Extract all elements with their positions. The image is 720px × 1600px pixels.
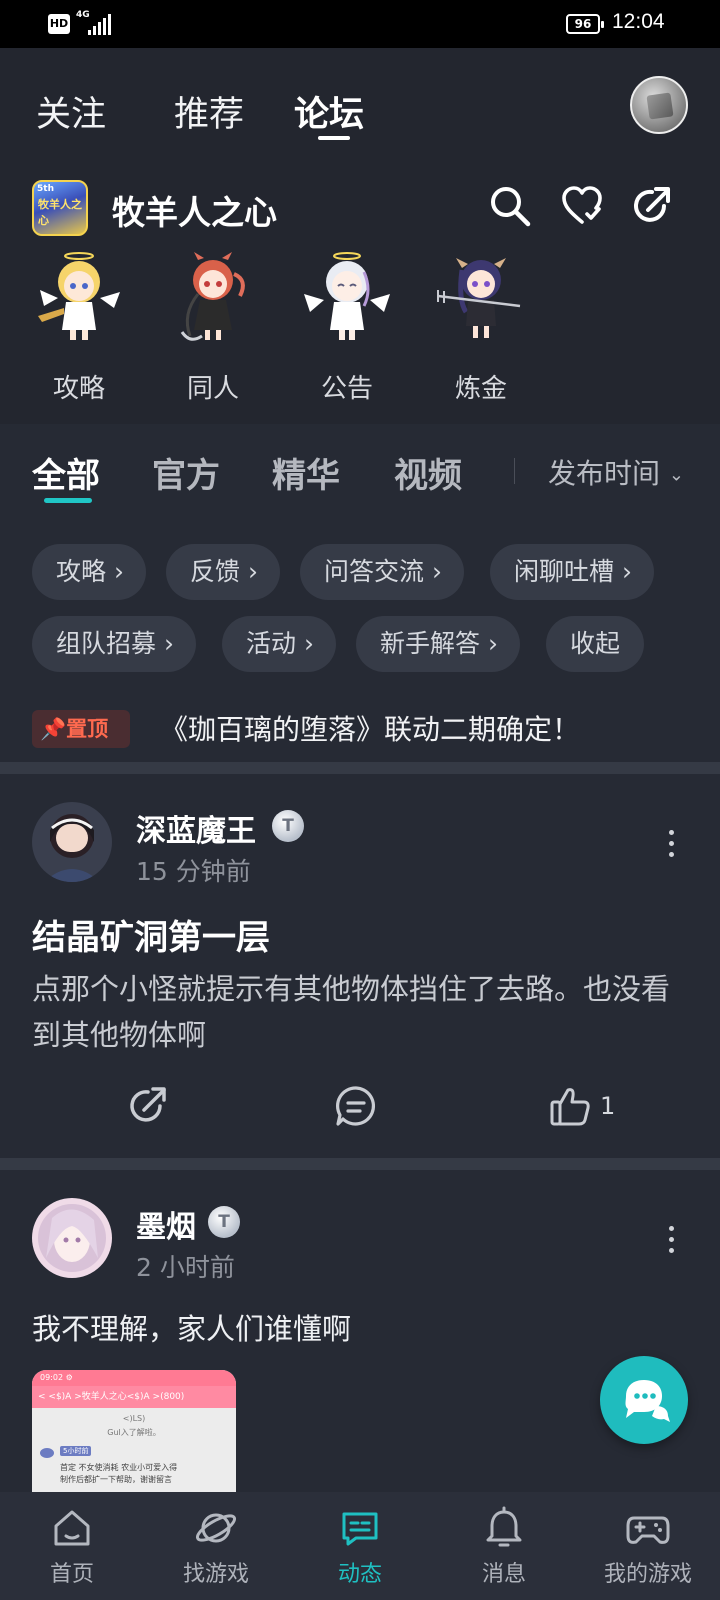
chip-feedback[interactable]: 反馈 › bbox=[166, 544, 280, 600]
home-icon bbox=[54, 1510, 90, 1546]
planet-icon bbox=[195, 1513, 237, 1543]
section-tab-indicator bbox=[44, 498, 92, 503]
chat-bubble-icon bbox=[625, 1380, 670, 1422]
thumb-statusbar: 09:02 ⚙ bbox=[32, 1370, 236, 1386]
post-image-thumbnail[interactable]: 09:02 ⚙ < <$)A >牧羊人之心<$)A >(800) <)LS) G… bbox=[32, 1370, 236, 1492]
nav-home[interactable]: 首页 bbox=[2, 1492, 142, 1600]
tab-video[interactable]: 视频 bbox=[394, 448, 462, 497]
sort-dropdown[interactable]: 发布时间 ⌄ bbox=[548, 452, 684, 492]
category-label: 炼金 bbox=[454, 374, 507, 404]
nav-feed[interactable]: 动态 bbox=[290, 1492, 430, 1600]
tab-forum[interactable]: 论坛 bbox=[294, 86, 364, 137]
hd-indicator: HD bbox=[48, 14, 70, 34]
search-icon[interactable] bbox=[488, 184, 532, 228]
nav-label: 我的游戏 bbox=[603, 1562, 692, 1587]
sort-label: 发布时间 bbox=[548, 457, 661, 490]
nav-label: 找游戏 bbox=[182, 1562, 249, 1587]
tab-divider bbox=[514, 458, 515, 484]
thumb-line: Gul入了解啦。 bbox=[107, 1428, 161, 1437]
post-time: 15 分钟前 bbox=[136, 857, 251, 886]
bell-icon bbox=[486, 1506, 522, 1547]
thumb-line: 首定 不女使消耗 农业小可爱入得 bbox=[60, 1463, 178, 1472]
new-post-fab[interactable] bbox=[600, 1356, 688, 1444]
nav-label: 动态 bbox=[337, 1562, 382, 1587]
guide-chibi-icon bbox=[38, 252, 120, 340]
thumb-badge: 5小时前 bbox=[60, 1446, 92, 1456]
author-name[interactable]: 深蓝魔王 bbox=[136, 806, 256, 850]
chip-team-recruit[interactable]: 组队招募 › bbox=[32, 616, 196, 672]
category-announcement[interactable]: 公告 bbox=[292, 250, 402, 405]
game-title: 牧羊人之心 bbox=[112, 193, 277, 232]
thumb-line: <)LS) bbox=[122, 1414, 146, 1423]
battery-icon: 96 bbox=[566, 14, 604, 34]
like-thumb-icon[interactable] bbox=[548, 1084, 592, 1128]
more-options-icon[interactable] bbox=[666, 1226, 676, 1254]
chip-newbie[interactable]: 新手解答 › bbox=[356, 616, 520, 672]
avatar[interactable] bbox=[32, 1198, 112, 1278]
category-label: 公告 bbox=[320, 374, 373, 404]
chip-guide[interactable]: 攻略 › bbox=[32, 544, 146, 600]
category-alchemy[interactable]: 炼金 bbox=[426, 250, 536, 405]
tab-featured[interactable]: 精华 bbox=[272, 448, 340, 497]
category-fanwork[interactable]: 同人 bbox=[158, 250, 268, 405]
chevron-down-icon: ⌄ bbox=[668, 464, 685, 486]
nav-find-games[interactable]: 找游戏 bbox=[146, 1492, 286, 1600]
post-body[interactable]: 点那个小怪就提示有其他物体挡住了去路。也没看到其他物体啊 bbox=[32, 966, 692, 1058]
status-bar: HD 4G 96 12:04 bbox=[0, 0, 720, 48]
nav-label: 首页 bbox=[49, 1562, 94, 1587]
game-icon-badge: 5th bbox=[37, 184, 54, 194]
tab-recommend[interactable]: 推荐 bbox=[174, 86, 244, 137]
share-icon[interactable] bbox=[126, 1084, 170, 1128]
user-level-badge-icon: T bbox=[208, 1206, 240, 1238]
avatar[interactable] bbox=[32, 802, 112, 882]
active-tab-indicator bbox=[318, 136, 350, 140]
category-label: 同人 bbox=[186, 374, 239, 404]
tab-official[interactable]: 官方 bbox=[152, 448, 220, 497]
nav-label: 消息 bbox=[481, 1562, 526, 1587]
more-options-icon[interactable] bbox=[666, 830, 676, 858]
status-time: 12:04 bbox=[612, 10, 665, 33]
comment-icon[interactable] bbox=[334, 1084, 378, 1128]
gamepad-icon bbox=[626, 1516, 670, 1544]
game-icon-text: 牧羊人之心 bbox=[38, 198, 82, 227]
share-icon[interactable] bbox=[630, 184, 674, 228]
post-body[interactable]: 我不理解，家人们谁懂啊 bbox=[32, 1306, 351, 1348]
nav-messages[interactable]: 消息 bbox=[434, 1492, 574, 1600]
category-guide[interactable]: 攻略 bbox=[24, 250, 134, 405]
pinned-post-title[interactable]: 《珈百璃的堕落》联动二期确定！ bbox=[160, 708, 580, 748]
chip-qa[interactable]: 问答交流 › bbox=[300, 544, 464, 600]
chip-collapse[interactable]: 收起 bbox=[546, 616, 645, 672]
post-separator bbox=[0, 1158, 720, 1170]
favorite-heart-icon[interactable] bbox=[560, 184, 604, 228]
section-separator bbox=[0, 762, 720, 774]
author-name[interactable]: 墨烟 bbox=[136, 1202, 196, 1246]
post-time: 2 小时前 bbox=[136, 1253, 235, 1282]
user-level-badge-icon: T bbox=[272, 810, 304, 842]
chip-chat[interactable]: 闲聊吐槽 › bbox=[490, 544, 654, 600]
chip-event[interactable]: 活动 › bbox=[222, 616, 336, 672]
alchemy-chibi-icon bbox=[437, 258, 521, 338]
thumb-header: < <$)A >牧羊人之心<$)A >(800) bbox=[32, 1386, 236, 1408]
post-title[interactable]: 结晶矿洞第一层 bbox=[32, 910, 270, 959]
thumb-avatar bbox=[40, 1448, 54, 1458]
announcement-chibi-icon bbox=[304, 252, 390, 340]
fanwork-chibi-icon bbox=[180, 252, 245, 341]
nav-my-games[interactable]: 我的游戏 bbox=[578, 1492, 718, 1600]
profile-avatar[interactable] bbox=[630, 76, 688, 134]
game-icon[interactable]: 5th 牧羊人之心 bbox=[32, 180, 88, 236]
tab-follow[interactable]: 关注 bbox=[36, 86, 106, 137]
like-count: 1 bbox=[600, 1092, 616, 1120]
tab-all[interactable]: 全部 bbox=[32, 448, 100, 497]
category-label: 攻略 bbox=[52, 374, 105, 404]
thumb-line: 制作后都扩一下帮助，谢谢留言 bbox=[60, 1475, 172, 1484]
feed-icon bbox=[342, 1512, 378, 1546]
signal-icon bbox=[88, 13, 114, 35]
pinned-badge: 📌置顶 bbox=[32, 710, 130, 748]
pin-icon: 📌 bbox=[40, 717, 67, 741]
